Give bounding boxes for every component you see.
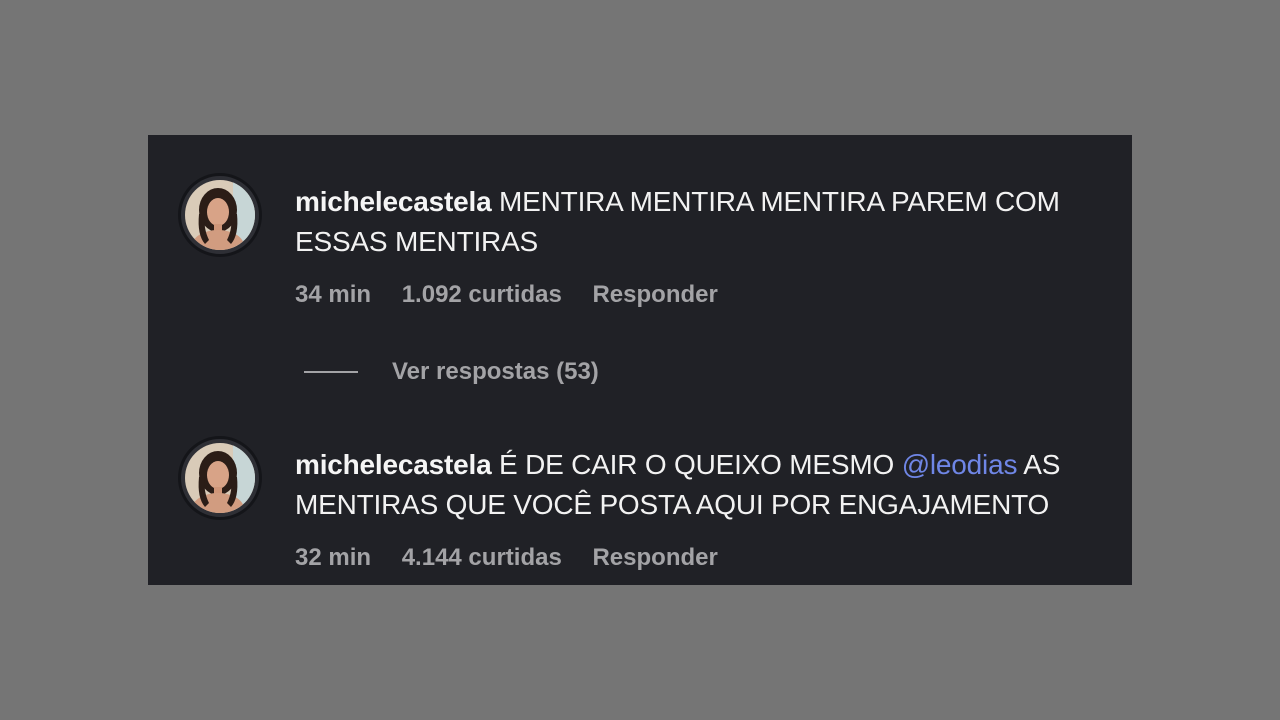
comment-text: michelecastela MENTIRA MENTIRA MENTIRA P…	[295, 182, 1115, 262]
reply-button[interactable]: Responder	[592, 544, 717, 571]
avatar[interactable]	[178, 173, 262, 257]
reply-button[interactable]: Responder	[592, 281, 717, 308]
comment-body-start: É DE CAIR O QUEIXO MESMO	[499, 449, 895, 480]
avatar[interactable]	[178, 436, 262, 520]
comment-time: 34 min	[295, 281, 372, 308]
comment-meta: 34 min 1.092 curtidas Responder	[295, 280, 742, 310]
view-replies-label: Ver respostas (53)	[392, 358, 599, 385]
replies-divider-line	[304, 371, 358, 373]
comment-username[interactable]: michelecastela	[295, 186, 492, 217]
comment-username[interactable]: michelecastela	[295, 449, 492, 480]
mention-link[interactable]: @leodias	[902, 449, 1018, 480]
comment-likes[interactable]: 1.092 curtidas	[402, 281, 562, 308]
comments-panel: michelecastela MENTIRA MENTIRA MENTIRA P…	[148, 135, 1132, 585]
avatar-photo-icon	[185, 443, 255, 513]
view-replies-button[interactable]: Ver respostas (53)	[304, 357, 599, 387]
comment-likes[interactable]: 4.144 curtidas	[402, 544, 562, 571]
comment-text: michelecastela É DE CAIR O QUEIXO MESMO …	[295, 445, 1115, 525]
avatar-photo-icon	[185, 180, 255, 250]
comment-meta: 32 min 4.144 curtidas Responder	[295, 543, 742, 573]
comment-time: 32 min	[295, 544, 372, 571]
